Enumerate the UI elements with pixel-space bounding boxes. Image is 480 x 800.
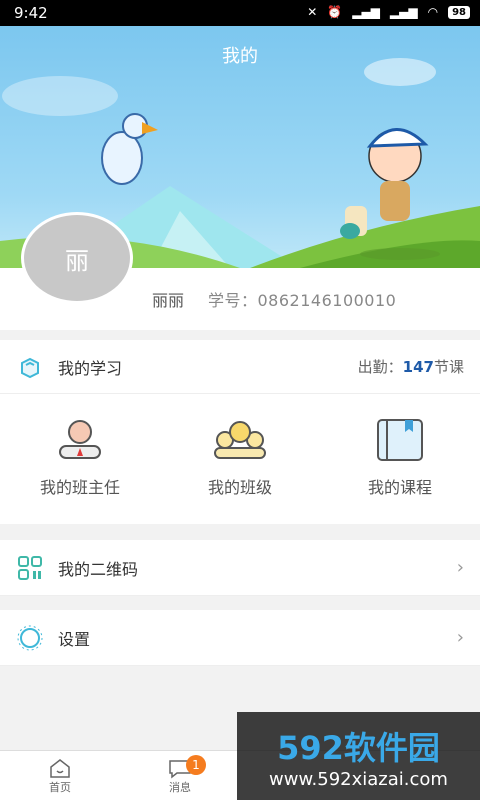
settings-label: 设置 [58,629,91,649]
status-bar: 9:42 ✕ ⏰ ▂▄▆ ▂▄▆ ◠ 98 [0,0,480,26]
tab-home[interactable]: 首页 [0,751,120,800]
watermark-title: 592软件园 [277,728,440,767]
page-title: 我的 [222,46,258,67]
watermark-url: www.592xiazai.com [269,768,448,790]
qr-code-icon [18,555,42,580]
qr-label: 我的二维码 [58,559,139,579]
settings-section: 设置 › [0,610,480,666]
grid-label-class: 我的班级 [207,478,272,497]
gear-icon [17,625,43,650]
mute-icon: ✕ [307,5,318,19]
settings-row[interactable]: 设置 › [0,610,480,666]
student-id: 学号：0862146100010 [208,291,397,310]
grid-label-teacher: 我的班主任 [39,478,120,497]
signal2-icon: ▂▄▆ [389,5,418,19]
teacher-icon [59,420,101,459]
user-name: 丽丽 [152,291,185,310]
tab-messages[interactable]: 消息 1 [120,751,240,800]
alarm-icon: ⏰ [327,5,343,19]
signal-icon: ▂▄▆ [352,5,380,19]
tab-messages-label: 消息 [169,780,191,794]
attendance-suffix: 节课 [433,358,464,376]
attendance-text: 出勤：147节课 [358,356,464,377]
chevron-right-icon: › [456,627,464,648]
study-row[interactable]: 我的学习 出勤：147节课 [0,340,480,394]
study-icon [21,357,39,378]
study-section: 我的学习 出勤：147节课 我的班主任 我的班级 我的课程 [0,340,480,524]
study-label: 我的学习 [58,358,123,378]
home-icon [50,758,70,778]
attendance-prefix: 出勤： [357,358,403,376]
grid-item-course[interactable]: 我的课程 [320,418,480,498]
course-icon [377,419,423,461]
grid-item-class-teacher[interactable]: 我的班主任 [0,418,160,498]
status-time: 9:42 [14,4,48,22]
attendance-count: 147 [402,358,434,376]
watermark: 592软件园 www.592xiazai.com [237,712,480,800]
grid-label-course: 我的课程 [367,478,432,497]
study-grid: 我的班主任 我的班级 我的课程 [0,394,480,522]
chevron-right-icon: › [456,557,464,578]
unread-badge: 1 [186,755,206,775]
tab-home-label: 首页 [49,780,71,794]
status-icons: ✕ ⏰ ▂▄▆ ▂▄▆ ◠ 98 [307,5,470,19]
battery-icon: 98 [448,5,470,19]
class-icon [214,421,266,459]
wifi-icon: ◠ [427,5,439,19]
avatar[interactable]: 丽 [21,212,133,304]
qr-section: 我的二维码 › [0,540,480,596]
qr-row[interactable]: 我的二维码 › [0,540,480,596]
grid-item-class[interactable]: 我的班级 [160,418,320,498]
